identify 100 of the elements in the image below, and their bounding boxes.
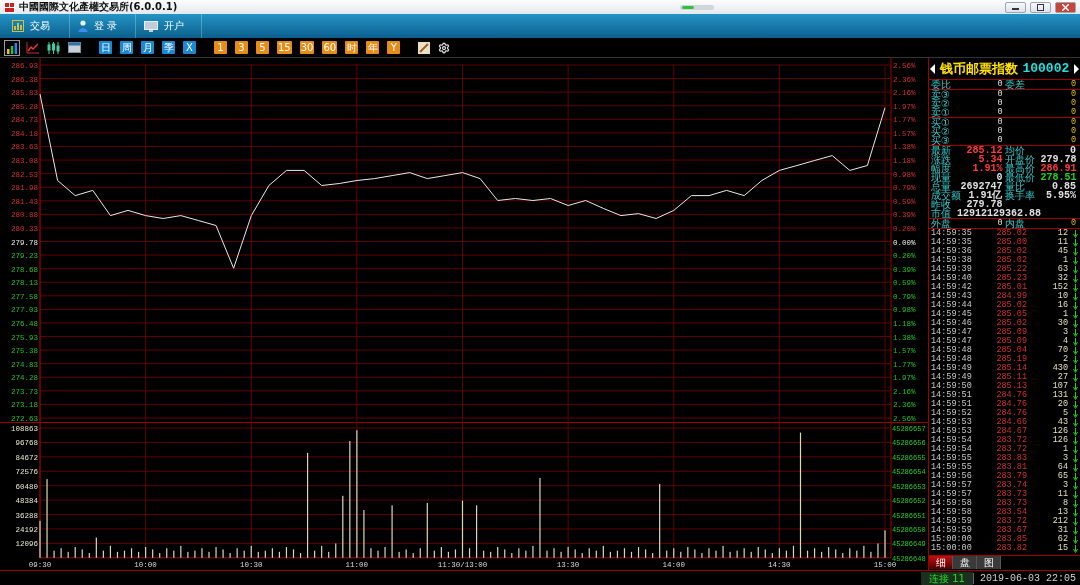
trade-time: 14:59:38 — [931, 256, 973, 265]
period-button[interactable]: 3 — [233, 39, 250, 56]
trade-price: 285.09 — [995, 328, 1027, 337]
tool-button[interactable] — [66, 39, 83, 56]
trade-price: 283.74 — [995, 481, 1027, 490]
period-button[interactable]: 60 — [320, 39, 340, 56]
minimize-button[interactable] — [1005, 1, 1026, 13]
volume-bar — [285, 547, 288, 558]
field-value: 12912129362.88 — [957, 209, 1041, 218]
trade-volume: 43 — [1056, 418, 1068, 427]
trade-price: 285.02 — [995, 256, 1027, 265]
monitor-icon — [144, 20, 158, 32]
field-value: 5.95% — [1046, 191, 1076, 200]
field-label: 内盘 — [1004, 219, 1025, 228]
trade-price: 284.76 — [995, 391, 1027, 400]
trade-volume: 8 — [1061, 499, 1068, 508]
trade-price: 285.19 — [995, 355, 1027, 364]
trade-volume: 3 — [1061, 481, 1068, 490]
order-volume: 0 — [1070, 90, 1076, 99]
order-volume: 0 — [1070, 127, 1076, 136]
trade-volume: 30 — [1056, 319, 1068, 328]
period-button[interactable]: 时 — [343, 39, 361, 56]
bar-chart-icon — [6, 41, 18, 54]
trade-volume: 12 — [1056, 229, 1068, 238]
trade-volume: 27 — [1056, 373, 1068, 382]
field-value: 279.78 — [966, 200, 1003, 209]
line-chart-icon — [26, 41, 39, 54]
field-value: 0 — [1070, 219, 1076, 228]
tool-button[interactable] — [4, 39, 20, 56]
order-label: 卖② — [931, 99, 950, 108]
period-button[interactable]: 30 — [297, 39, 317, 56]
field-label: 现量 — [931, 173, 951, 182]
period-button[interactable]: Y — [385, 39, 403, 56]
chart-icon — [12, 20, 24, 32]
volume-bar — [468, 548, 471, 558]
field-label: 外盘 — [931, 219, 951, 228]
detail-tab[interactable]: 盘 — [953, 556, 977, 569]
order-volume: 0 — [1070, 99, 1076, 108]
close-button[interactable] — [1055, 1, 1076, 13]
volume-bar — [116, 551, 119, 558]
trade-price: 283.72 — [995, 517, 1027, 526]
trade-time: 15:00:00 — [931, 544, 973, 553]
order-price: 0 — [997, 118, 1003, 127]
field-value: 0 — [1070, 80, 1076, 89]
user-icon — [78, 20, 88, 32]
trade-volume: 62 — [1056, 535, 1068, 544]
trade-price: 285.02 — [995, 247, 1027, 256]
period-button[interactable]: 5 — [254, 39, 271, 56]
period-button[interactable]: 季 — [160, 39, 177, 56]
tool-button[interactable] — [416, 39, 433, 56]
detail-tab[interactable]: 图 — [977, 556, 1001, 569]
volume-bar — [792, 545, 795, 558]
trade-price: 283.82 — [995, 544, 1027, 553]
field-value: 1.91% — [972, 164, 1003, 173]
trade-time: 14:59:51 — [931, 400, 973, 409]
trade-time: 14:59:48 — [931, 346, 973, 355]
order-price: 0 — [997, 136, 1003, 145]
close-icon — [1062, 3, 1069, 11]
tool-button[interactable] — [45, 39, 62, 56]
trade-time: 14:59:58 — [931, 508, 973, 517]
window-title: 中國國際文化產權交易所(6.0.0.1) — [19, 0, 178, 14]
maximize-button[interactable] — [1030, 1, 1051, 13]
trade-price: 284.99 — [995, 292, 1027, 301]
field-label: 市值 — [931, 209, 951, 218]
trade-volume: 20 — [1056, 400, 1068, 409]
volume-bar — [299, 553, 302, 558]
trade-volume: 3 — [1061, 328, 1068, 337]
trade-time: 14:59:56 — [931, 472, 973, 481]
order-label: 买① — [931, 118, 950, 127]
volume-bar — [130, 548, 133, 558]
period-button[interactable]: 1 — [212, 39, 229, 56]
trade-volume: 11 — [1056, 238, 1068, 247]
field-value: 0 — [1070, 146, 1076, 155]
trade-price: 283.72 — [995, 445, 1027, 454]
period-button[interactable]: 年 — [364, 39, 382, 56]
previous-icon[interactable] — [930, 63, 935, 74]
trade-volume: 64 — [1056, 463, 1068, 472]
period-button[interactable]: 周 — [118, 39, 135, 56]
field-label: 总量 — [931, 182, 951, 191]
order-price: 0 — [997, 127, 1003, 136]
field-label: 均价 — [1004, 146, 1025, 155]
period-button[interactable]: 日 — [97, 39, 114, 56]
field-label: 开盘价 — [1004, 155, 1035, 164]
trade-volume: 63 — [1056, 265, 1068, 274]
detail-tab[interactable]: 细 — [929, 556, 953, 569]
trade-time: 14:59:46 — [931, 319, 973, 328]
period-button[interactable]: X — [181, 39, 198, 56]
instrument-name: 钱币邮票指数 — [939, 59, 1018, 78]
instrument-code: 100002 — [1022, 61, 1070, 76]
volume-bar — [623, 548, 626, 558]
trade-time: 15:00:00 — [931, 535, 973, 544]
volume-bar — [292, 549, 295, 558]
next-icon[interactable] — [1073, 63, 1079, 74]
trade-price: 285.23 — [995, 274, 1027, 283]
period-button[interactable]: 15 — [275, 39, 294, 56]
window-icon — [68, 42, 81, 53]
trade-volume: 31 — [1056, 526, 1068, 535]
order-volume: 0 — [1070, 136, 1076, 145]
period-button[interactable]: 月 — [139, 39, 156, 56]
trade-price: 283.79 — [995, 472, 1027, 481]
